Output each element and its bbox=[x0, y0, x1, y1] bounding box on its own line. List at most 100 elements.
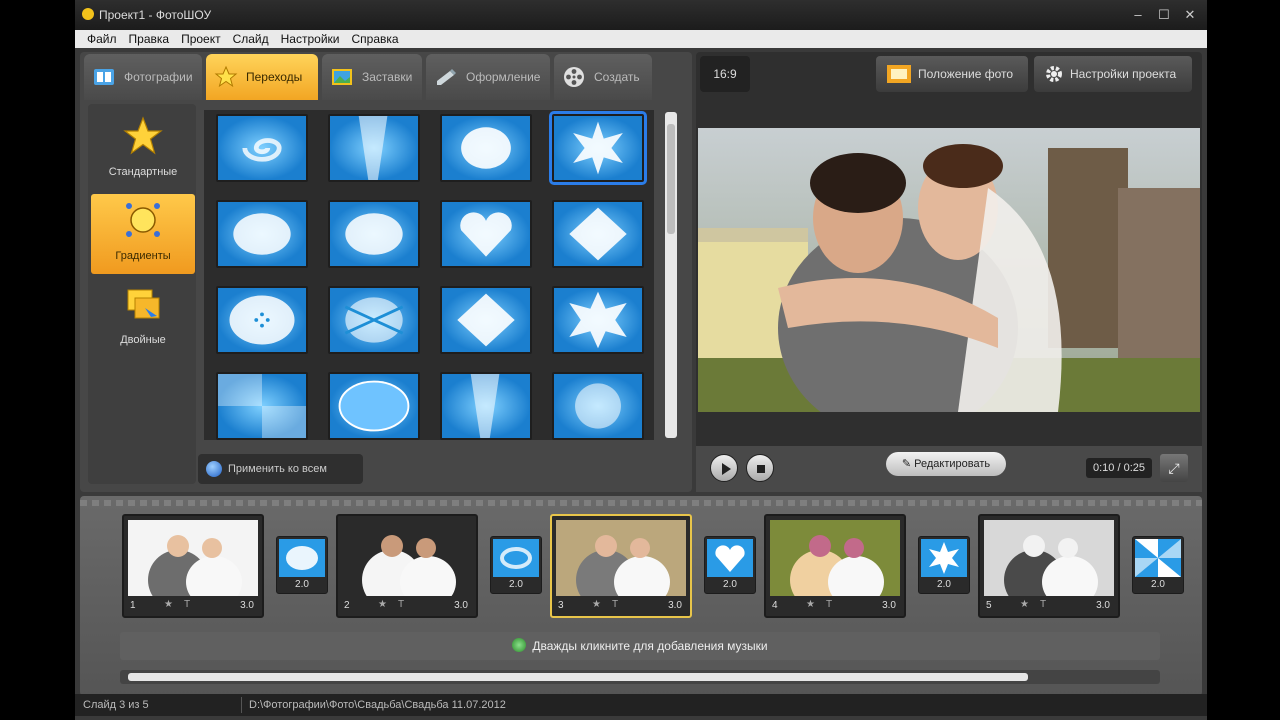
double-icon bbox=[127, 289, 160, 319]
slide-text-icon[interactable]: T bbox=[826, 599, 832, 610]
photo-position-button[interactable]: Положение фото bbox=[876, 56, 1028, 92]
transition-thumb-fan[interactable] bbox=[328, 286, 420, 354]
timeline: 1 ★ T 3.0 2 ★ T 3.0 3 ★ T 3.0 4 ★ T 3.0 5 ★ T 3.0 2.0 2.0 2.0 2… bbox=[80, 496, 1202, 696]
transition-thumb-ray-2[interactable] bbox=[440, 372, 532, 440]
menu-settings[interactable]: Настройки bbox=[275, 30, 346, 46]
transition-duration: 2.0 bbox=[937, 579, 951, 590]
transition-thumb-diamond-2[interactable] bbox=[440, 286, 532, 354]
slide-text-icon[interactable]: T bbox=[398, 599, 404, 610]
slide-number: 5 bbox=[986, 600, 992, 611]
transition-grid bbox=[204, 110, 654, 440]
slide-text-icon[interactable]: T bbox=[1040, 599, 1046, 610]
transition-thumb-bubble[interactable] bbox=[328, 372, 420, 440]
category-gradients[interactable]: Градиенты bbox=[91, 194, 195, 274]
apply-icon bbox=[206, 461, 222, 477]
menu-file[interactable]: Файл bbox=[75, 30, 123, 46]
menu-slide[interactable]: Слайд bbox=[227, 30, 275, 46]
status-bar: Слайд 3 из 5 D:\Фотографии\Фото\Свадьба\… bbox=[75, 694, 1207, 716]
aspect-ratio-button[interactable]: 16:9 bbox=[700, 56, 750, 92]
transition-thumb-circle-dots[interactable] bbox=[216, 286, 308, 354]
slide-effect-icon[interactable]: ★ bbox=[806, 599, 815, 610]
sun-icon bbox=[126, 203, 160, 237]
transition-thumb-diamond[interactable] bbox=[552, 200, 644, 268]
transition-thumb-cloud[interactable] bbox=[440, 114, 532, 182]
timeline-transition-2[interactable]: 2.0 bbox=[490, 536, 542, 594]
slide-info-bar: 1 ★ T 3.0 bbox=[128, 598, 258, 614]
slide-info-bar: 2 ★ T 3.0 bbox=[342, 598, 472, 614]
tab-photos[interactable]: Фотографии bbox=[84, 54, 202, 100]
project-settings-button[interactable]: Настройки проекта bbox=[1034, 56, 1192, 92]
timeline-slide-4[interactable]: 4 ★ T 3.0 bbox=[764, 514, 906, 618]
play-icon bbox=[722, 463, 731, 475]
transition-thumb-oval[interactable] bbox=[216, 200, 308, 268]
stop-button[interactable] bbox=[746, 454, 774, 482]
fullscreen-button[interactable]: ⤢ bbox=[1160, 454, 1188, 482]
timeline-slide-2[interactable]: 2 ★ T 3.0 bbox=[336, 514, 478, 618]
timeline-scrollbar[interactable] bbox=[120, 670, 1160, 684]
slide-info-bar: 5 ★ T 3.0 bbox=[984, 598, 1114, 614]
transition-thumb-star[interactable] bbox=[552, 286, 644, 354]
minimize-button[interactable]: – bbox=[1129, 6, 1147, 24]
timeline-transition-3[interactable]: 2.0 bbox=[704, 536, 756, 594]
edit-button[interactable]: ✎ Редактировать bbox=[886, 452, 1006, 476]
timeline-scrollbar-thumb[interactable] bbox=[128, 673, 1028, 681]
timeline-slide-3[interactable]: 3 ★ T 3.0 bbox=[550, 514, 692, 618]
slide-photo bbox=[770, 520, 900, 596]
film-reel-icon bbox=[564, 67, 584, 87]
slide-text-icon[interactable]: T bbox=[184, 599, 190, 610]
app-icon bbox=[82, 8, 94, 20]
slide-effect-icon[interactable]: ★ bbox=[592, 599, 601, 610]
scrollbar-thumb[interactable] bbox=[667, 124, 675, 234]
slide-effect-icon[interactable]: ★ bbox=[1020, 599, 1029, 610]
transition-thumb-heart[interactable] bbox=[440, 200, 532, 268]
music-track[interactable]: Дважды кликните для добавления музыки bbox=[120, 632, 1160, 660]
maximize-button[interactable]: ☐ bbox=[1155, 6, 1173, 24]
menu-project[interactable]: Проект bbox=[175, 30, 227, 46]
category-list: Стандартные Градиенты Двойные bbox=[88, 104, 196, 484]
transition-duration: 2.0 bbox=[1151, 579, 1165, 590]
star-icon bbox=[214, 65, 238, 88]
transition-duration: 2.0 bbox=[723, 579, 737, 590]
timeline-transition-1[interactable]: 2.0 bbox=[276, 536, 328, 594]
slide-text-icon[interactable]: T bbox=[612, 599, 618, 610]
tab-transitions[interactable]: Переходы bbox=[206, 54, 318, 100]
slide-info-bar: 4 ★ T 3.0 bbox=[770, 598, 900, 614]
tab-intros[interactable]: Заставки bbox=[322, 54, 422, 100]
slide-duration: 3.0 bbox=[882, 600, 896, 611]
grid-scrollbar[interactable] bbox=[665, 112, 677, 438]
effects-panel: Фотографии Переходы Заставки Оформление … bbox=[80, 52, 692, 492]
timeline-transition-4[interactable]: 2.0 bbox=[918, 536, 970, 594]
timeline-slide-1[interactable]: 1 ★ T 3.0 bbox=[122, 514, 264, 618]
timeline-transition-5[interactable]: 2.0 bbox=[1132, 536, 1184, 594]
tab-design[interactable]: Оформление bbox=[426, 54, 550, 100]
transition-thumb-burst[interactable] bbox=[549, 111, 647, 185]
gear-icon bbox=[1046, 66, 1062, 82]
timeline-slide-5[interactable]: 5 ★ T 3.0 bbox=[978, 514, 1120, 618]
tab-create[interactable]: Создать bbox=[554, 54, 652, 100]
transition-thumb-split[interactable] bbox=[216, 372, 308, 440]
window-title: Проект1 - ФотоШОУ bbox=[99, 8, 212, 22]
slide-effect-icon[interactable]: ★ bbox=[378, 599, 387, 610]
slide-duration: 3.0 bbox=[668, 600, 682, 611]
play-button[interactable] bbox=[710, 454, 738, 482]
status-slide: Слайд 3 из 5 bbox=[83, 699, 149, 711]
slide-photo bbox=[342, 520, 472, 596]
transition-thumb-oval-2[interactable] bbox=[328, 200, 420, 268]
category-double[interactable]: Двойные bbox=[91, 278, 195, 358]
apply-all-button[interactable]: Применить ко всем bbox=[198, 454, 363, 484]
category-standard[interactable]: Стандартные bbox=[91, 110, 195, 190]
transition-thumb-swirl[interactable] bbox=[216, 114, 308, 182]
slide-duration: 3.0 bbox=[454, 600, 468, 611]
transition-duration: 2.0 bbox=[509, 579, 523, 590]
app-window: Проект1 - ФотоШОУ – ☐ ✕ Файл Правка Проект… bbox=[75, 0, 1207, 720]
time-display: 0:10 / 0:25 bbox=[1086, 458, 1152, 478]
close-button[interactable]: ✕ bbox=[1181, 6, 1199, 24]
slide-number: 2 bbox=[344, 600, 350, 611]
slide-photo bbox=[984, 520, 1114, 596]
menu-help[interactable]: Справка bbox=[345, 30, 404, 46]
transition-thumb-ray[interactable] bbox=[328, 114, 420, 182]
slide-photo bbox=[128, 520, 258, 596]
transition-thumb-flower[interactable] bbox=[552, 372, 644, 440]
menu-edit[interactable]: Правка bbox=[123, 30, 176, 46]
slide-effect-icon[interactable]: ★ bbox=[164, 599, 173, 610]
